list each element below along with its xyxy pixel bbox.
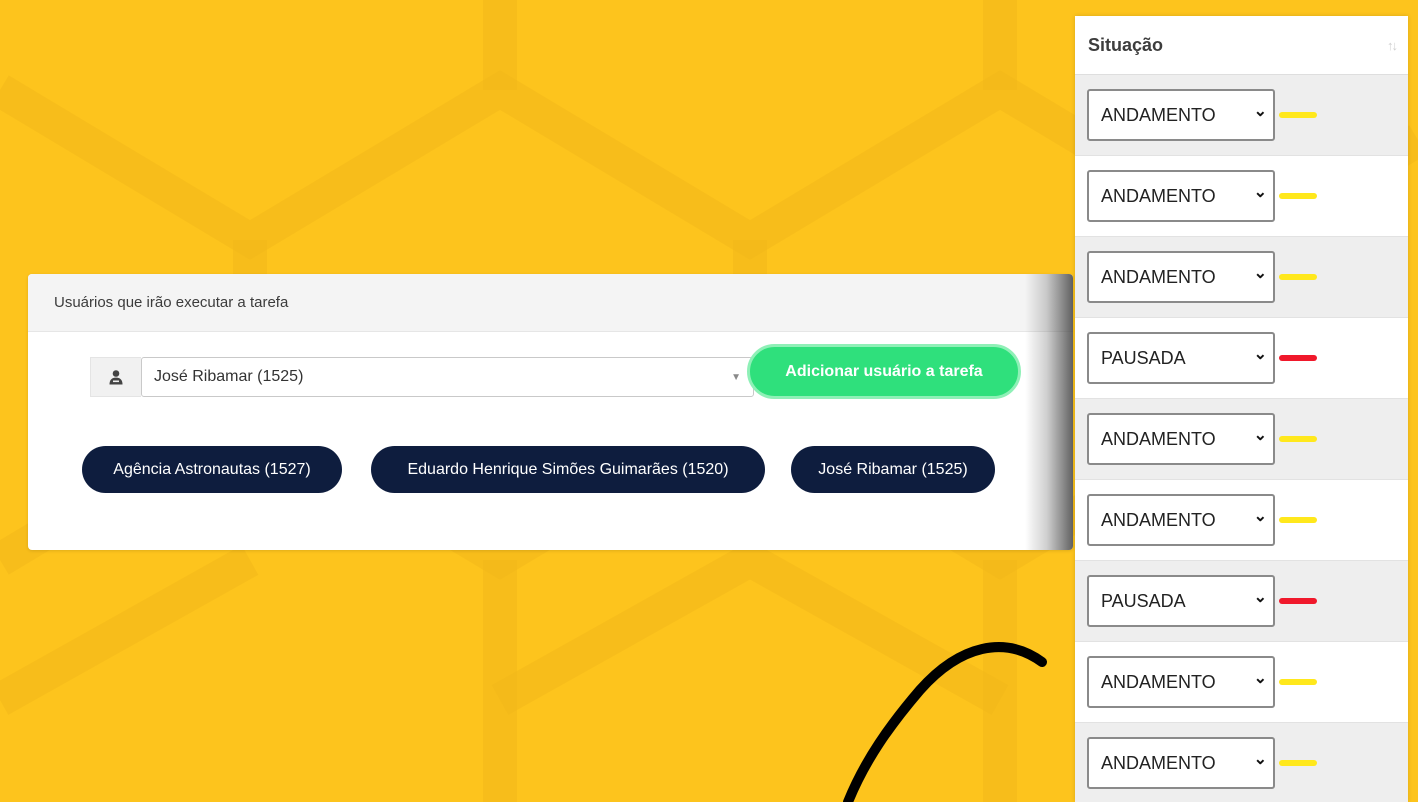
chevron-down-icon: ⌄ [1253,265,1267,282]
caret-down-icon: ▼ [731,371,741,383]
status-row: ANDAMENTO ⌄ [1075,723,1408,802]
chevron-down-icon: ⌄ [1253,508,1267,525]
status-indicator-bar [1279,436,1317,442]
status-indicator-bar [1279,274,1317,280]
status-select-value: ANDAMENTO [1101,266,1216,287]
user-select-group: José Ribamar (1525) ▼ [90,357,754,397]
status-indicator-bar [1279,760,1317,766]
status-row: ANDAMENTO ⌄ [1075,642,1408,723]
assigned-user-chip[interactable]: Agência Astronautas (1527) [82,446,342,493]
status-select-value: PAUSADA [1101,347,1186,368]
status-row: ANDAMENTO ⌄ [1075,480,1408,561]
chevron-down-icon: ⌄ [1253,670,1267,687]
status-row: PAUSADA ⌄ [1075,318,1408,399]
status-row: ANDAMENTO ⌄ [1075,156,1408,237]
status-indicator-bar [1279,355,1317,361]
status-select[interactable]: ANDAMENTO ⌄ [1087,737,1275,789]
status-select-value: ANDAMENTO [1101,671,1216,692]
status-rows: ANDAMENTO ⌄ ANDAMENTO ⌄ ANDAMENTO ⌄ PAUSADA ⌄ AN… [1075,75,1408,802]
status-select-value: ANDAMENTO [1101,104,1216,125]
add-user-button[interactable]: Adicionar usuário a tarefa [747,344,1021,399]
status-select[interactable]: ANDAMENTO ⌄ [1087,413,1275,465]
user-select-value: José Ribamar (1525) [154,368,304,385]
status-select[interactable]: ANDAMENTO ⌄ [1087,89,1275,141]
status-select-value: ANDAMENTO [1101,752,1216,773]
sort-arrows-icon[interactable]: ↑↓ [1387,38,1398,53]
user-select-dropdown[interactable]: José Ribamar (1525) ▼ [141,357,754,397]
user-glyph [109,370,123,385]
status-select[interactable]: PAUSADA ⌄ [1087,575,1275,627]
status-select-value: ANDAMENTO [1101,428,1216,449]
status-select-value: PAUSADA [1101,590,1186,611]
add-user-button-label: Adicionar usuário a tarefa [785,362,983,380]
status-select-value: ANDAMENTO [1101,185,1216,206]
chip-label: Agência Astronautas (1527) [113,460,311,478]
status-row: ANDAMENTO ⌄ [1075,75,1408,156]
chip-label: Eduardo Henrique Simões Guimarães (1520) [407,460,729,478]
status-row: ANDAMENTO ⌄ [1075,399,1408,480]
status-row: PAUSADA ⌄ [1075,561,1408,642]
status-select[interactable]: PAUSADA ⌄ [1087,332,1275,384]
status-select[interactable]: ANDAMENTO ⌄ [1087,656,1275,708]
chevron-down-icon: ⌄ [1253,184,1267,201]
chevron-down-icon: ⌄ [1253,103,1267,120]
status-indicator-bar [1279,679,1317,685]
status-select[interactable]: ANDAMENTO ⌄ [1087,170,1275,222]
chevron-down-icon: ⌄ [1253,589,1267,606]
chevron-down-icon: ⌄ [1253,427,1267,444]
status-column-header[interactable]: Situação ↑↓ [1075,16,1408,75]
status-indicator-bar [1279,193,1317,199]
chevron-down-icon: ⌄ [1253,751,1267,768]
card-header: Usuários que irão executar a tarefa [28,274,1073,332]
chevron-down-icon: ⌄ [1253,346,1267,363]
status-select[interactable]: ANDAMENTO ⌄ [1087,251,1275,303]
status-indicator-bar [1279,112,1317,118]
assigned-user-chip[interactable]: José Ribamar (1525) [791,446,995,493]
card-edge-shadow [1025,274,1073,550]
status-select[interactable]: ANDAMENTO ⌄ [1087,494,1275,546]
status-indicator-bar [1279,517,1317,523]
status-row: ANDAMENTO ⌄ [1075,237,1408,318]
card-title: Usuários que irão executar a tarefa [54,294,289,311]
decorative-swoosh [843,642,1047,802]
status-select-value: ANDAMENTO [1101,509,1216,530]
user-icon [90,357,141,397]
assigned-user-chip[interactable]: Eduardo Henrique Simões Guimarães (1520) [371,446,765,493]
task-users-card: Usuários que irão executar a tarefa José… [28,274,1073,550]
status-column: Situação ↑↓ ANDAMENTO ⌄ ANDAMENTO ⌄ ANDAMENT… [1075,16,1408,802]
chip-label: José Ribamar (1525) [818,460,968,478]
status-header-label: Situação [1088,34,1164,55]
status-indicator-bar [1279,598,1317,604]
